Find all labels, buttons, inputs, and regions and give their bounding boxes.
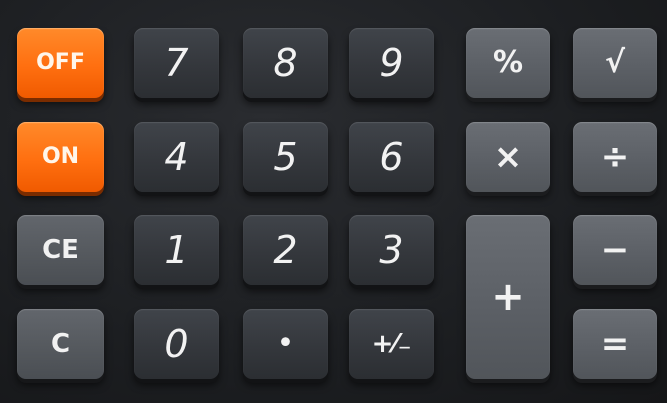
digit-9-button[interactable]: 9: [349, 28, 434, 98]
minus-label: −: [600, 230, 630, 270]
digit-2-label: 2: [273, 228, 298, 272]
digit-7-button[interactable]: 7: [134, 28, 219, 98]
sign-toggle-button[interactable]: +⁄₋: [349, 309, 434, 379]
digit-6-button[interactable]: 6: [349, 122, 434, 192]
on-button[interactable]: ON: [17, 122, 104, 192]
digit-4-button[interactable]: 4: [134, 122, 219, 192]
divide-button[interactable]: ÷: [573, 122, 657, 192]
digit-8-label: 8: [273, 41, 298, 85]
digit-4-label: 4: [164, 135, 189, 179]
clear-button[interactable]: C: [17, 309, 104, 379]
digit-0-button[interactable]: 0: [134, 309, 219, 379]
square-root-label: √: [604, 45, 625, 80]
percent-label: %: [492, 45, 524, 80]
c-label: C: [50, 329, 71, 359]
clear-entry-button[interactable]: CE: [17, 215, 104, 285]
digit-6-label: 6: [379, 135, 404, 179]
digit-1-label: 1: [164, 228, 189, 272]
digit-3-label: 3: [379, 228, 404, 272]
equals-button[interactable]: =: [573, 309, 657, 379]
digit-5-label: 5: [273, 135, 298, 179]
multiply-button[interactable]: ×: [466, 122, 550, 192]
digit-3-button[interactable]: 3: [349, 215, 434, 285]
plus-label: +: [491, 274, 525, 320]
digit-5-button[interactable]: 5: [243, 122, 328, 192]
digit-0-label: 0: [164, 322, 189, 366]
multiply-label: ×: [493, 137, 523, 177]
decimal-point-button[interactable]: •: [243, 309, 328, 379]
ce-label: CE: [42, 235, 79, 265]
digit-8-button[interactable]: 8: [243, 28, 328, 98]
divide-label: ÷: [600, 137, 630, 177]
digit-7-label: 7: [164, 41, 189, 85]
percent-button[interactable]: %: [466, 28, 550, 98]
calculator-keypad: OFF ON CE C 7 8 9 4 5 6 1 2 3 0 • +⁄₋ % …: [0, 0, 667, 403]
digit-1-button[interactable]: 1: [134, 215, 219, 285]
on-label: ON: [41, 144, 80, 169]
square-root-button[interactable]: √: [573, 28, 657, 98]
off-label: OFF: [36, 50, 85, 75]
minus-button[interactable]: −: [573, 215, 657, 285]
digit-9-label: 9: [379, 41, 404, 85]
off-button[interactable]: OFF: [17, 28, 104, 98]
sign-toggle-label: +⁄₋: [371, 329, 412, 359]
plus-button[interactable]: +: [466, 215, 550, 379]
decimal-point-label: •: [276, 326, 295, 361]
digit-2-button[interactable]: 2: [243, 215, 328, 285]
equals-label: =: [600, 324, 630, 364]
